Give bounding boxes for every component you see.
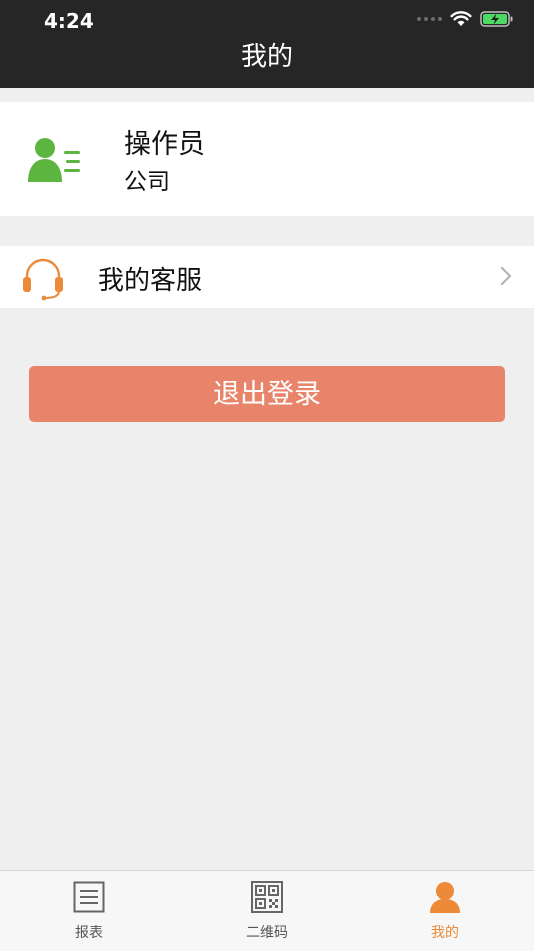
tab-report[interactable]: 报表 — [0, 871, 178, 951]
profile-card[interactable]: 操作员 公司 — [0, 102, 534, 216]
profile-company: 公司 — [124, 169, 170, 195]
qr-code-icon — [251, 881, 283, 913]
logout-button[interactable]: 退出登录 — [29, 366, 505, 422]
battery-charging-icon — [480, 11, 513, 27]
status-time: 4:24 — [44, 9, 94, 33]
headset-icon — [23, 258, 63, 301]
customer-service-row[interactable]: 我的客服 — [0, 246, 534, 308]
chevron-right-icon — [500, 266, 512, 286]
person-icon — [430, 882, 460, 913]
top-bar: 4:24 我的 — [0, 0, 534, 88]
tab-qr-code-label: 二维码 — [246, 925, 288, 941]
tab-report-label: 报表 — [75, 925, 103, 941]
report-list-icon — [73, 881, 105, 913]
tab-mine[interactable]: 我的 — [356, 871, 534, 951]
tab-qr-code[interactable]: 二维码 — [178, 871, 356, 951]
profile-name: 操作员 — [124, 129, 205, 160]
tab-mine-label: 我的 — [431, 925, 459, 941]
wifi-icon — [450, 11, 472, 26]
cellular-signal-icon — [417, 17, 442, 21]
tab-bar: 报表 二维码 我的 — [0, 870, 534, 951]
user-card-icon — [28, 138, 80, 182]
customer-service-label: 我的客服 — [98, 266, 203, 296]
status-icons — [417, 11, 514, 27]
page-title: 我的 — [240, 42, 293, 72]
